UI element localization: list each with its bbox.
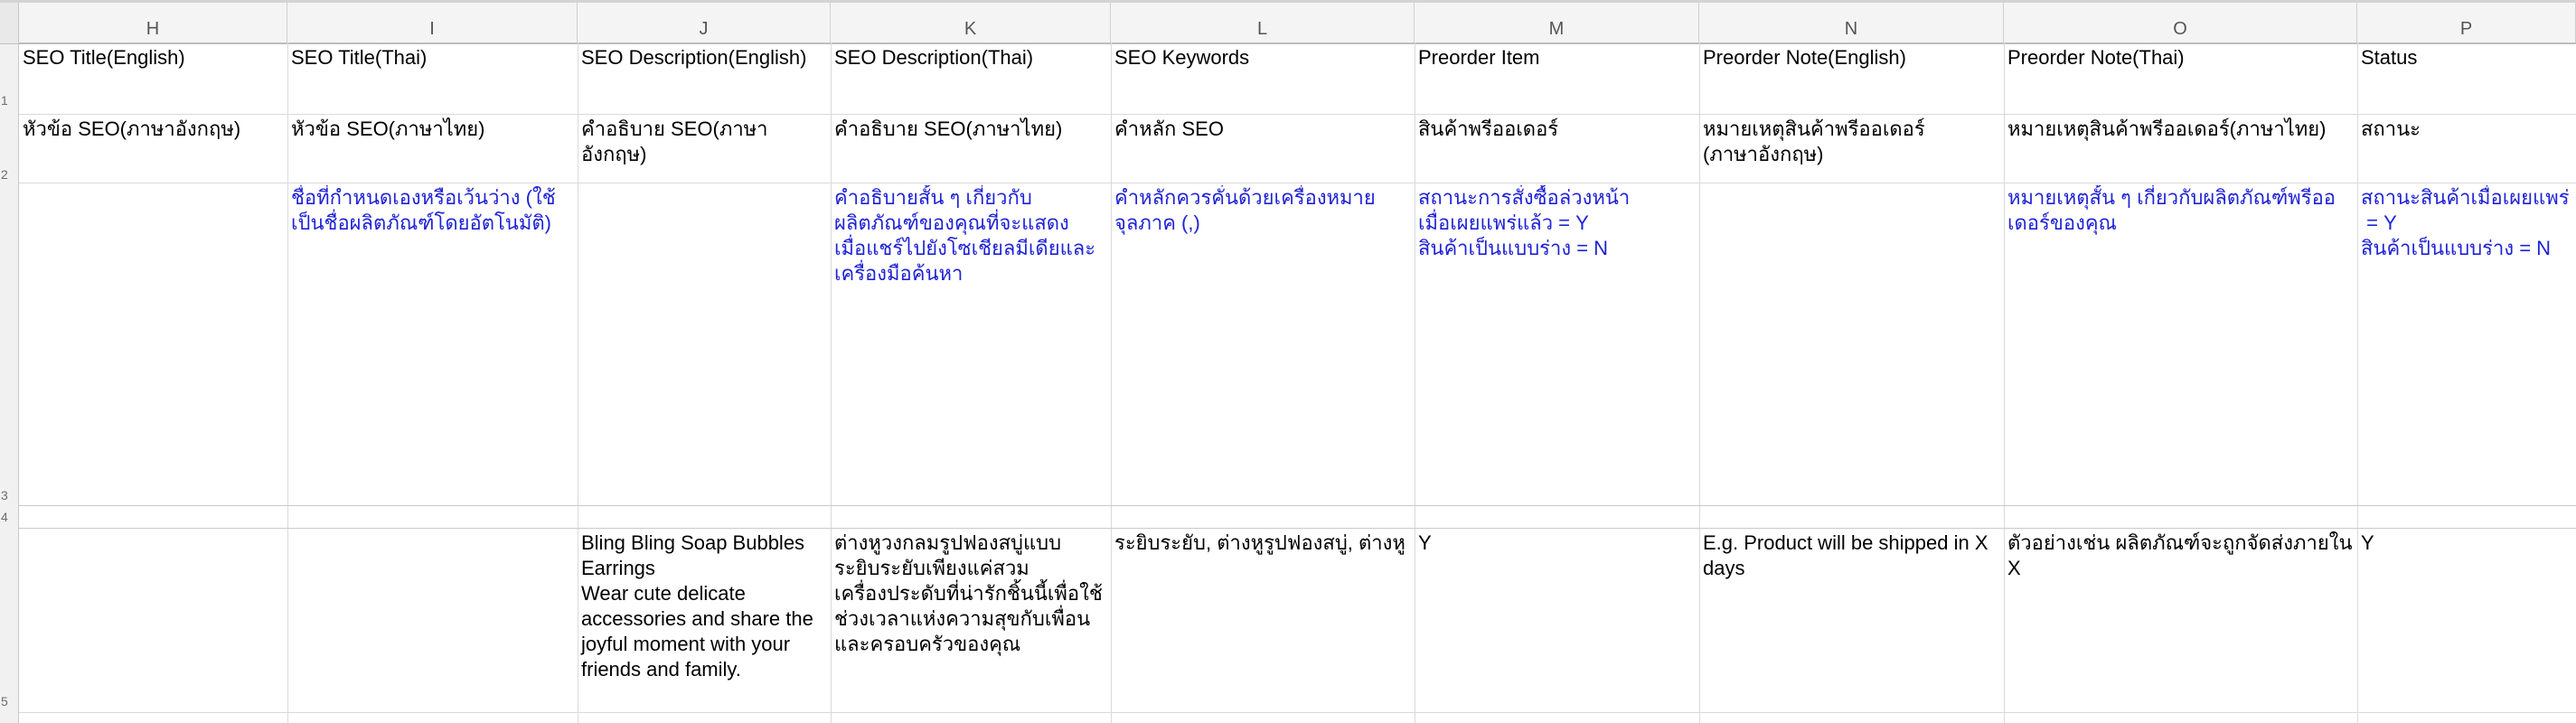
cell-m-row3[interactable]: สถานะการสั่งซื้อล่วงหน้า เมื่อเผยแพร่แล้… [1415, 185, 1699, 505]
cell-m-row1[interactable]: Preorder Item [1415, 45, 1699, 114]
cell-o-row3[interactable]: หมายเหตุสั้น ๆ เกี่ยวกับผลิตภัณฑ์พรีออ เ… [2004, 185, 2357, 505]
cell-o-row4[interactable] [2004, 505, 2357, 525]
cell-h-row5[interactable] [19, 531, 287, 712]
cell-l-row5[interactable]: ระยิบระยับ, ต่างหูรูปฟองสบู่, ต่างหู [1111, 531, 1415, 712]
cell-i-row4[interactable] [287, 505, 578, 525]
cell-n-row2[interactable]: หมายเหตุสินค้าพรีออเดอร์ (ภาษาอังกฤษ) [1699, 117, 2004, 183]
cell-h-row2[interactable]: หัวข้อ SEO(ภาษาอังกฤษ) [19, 117, 287, 183]
cell-m-row2[interactable]: สินค้าพรีออเดอร์ [1415, 117, 1699, 183]
row-number-gutter [0, 3, 19, 723]
cell-j-row1[interactable]: SEO Description(English) [578, 45, 831, 114]
cell-p-row1[interactable]: Status [2357, 45, 2576, 114]
cell-l-row3[interactable]: คำหลักควรคั่นด้วยเครื่องหมาย จุลภาค (,) [1111, 185, 1415, 505]
cell-i-row5[interactable] [287, 531, 578, 712]
column-header-j[interactable]: J [578, 3, 831, 42]
select-all-corner[interactable] [0, 3, 18, 44]
cell-j-row2[interactable]: คำอธิบาย SEO(ภาษาอังกฤษ) [578, 117, 831, 183]
cell-k-row1[interactable]: SEO Description(Thai) [831, 45, 1111, 114]
cell-n-row5[interactable]: E.g. Product will be shipped in X days [1699, 531, 2004, 712]
row-number[interactable]: 4 [1, 510, 8, 524]
cell-j-row4[interactable] [578, 505, 831, 525]
cell-h-row1[interactable]: SEO Title(English) [19, 45, 287, 114]
cell-h-row3[interactable] [19, 185, 287, 505]
row-number[interactable]: 1 [1, 93, 8, 108]
cell-o-row1[interactable]: Preorder Note(Thai) [2004, 45, 2357, 114]
column-header-m[interactable]: M [1415, 3, 1699, 42]
column-header-i[interactable]: I [287, 3, 578, 42]
cell-l-row1[interactable]: SEO Keywords [1111, 45, 1415, 114]
grid-row-line [19, 114, 2576, 115]
column-header-l[interactable]: L [1111, 3, 1415, 42]
cell-k-row4[interactable] [831, 505, 1111, 525]
cell-n-row3[interactable] [1699, 185, 2004, 505]
row-number[interactable]: 5 [1, 694, 8, 709]
cell-j-row3[interactable] [578, 185, 831, 505]
column-header-k[interactable]: K [831, 3, 1111, 42]
row-number[interactable]: 2 [1, 167, 8, 182]
cell-m-row5[interactable]: Y [1415, 531, 1699, 712]
cell-m-row4[interactable] [1415, 505, 1699, 525]
cell-k-row5[interactable]: ต่างหูวงกลมรูปฟองสบู่แบบ ระยิบระยับเพียง… [831, 531, 1111, 712]
cell-i-row2[interactable]: หัวข้อ SEO(ภาษาไทย) [287, 117, 578, 183]
cell-n-row1[interactable]: Preorder Note(English) [1699, 45, 2004, 114]
column-header-o[interactable]: O [2004, 3, 2357, 42]
cell-j-row5[interactable]: Bling Bling Soap Bubbles Earrings Wear c… [578, 531, 831, 712]
cell-o-row2[interactable]: หมายเหตุสินค้าพรีออเดอร์(ภาษาไทย) [2004, 117, 2357, 183]
column-header-p[interactable]: P [2357, 3, 2576, 42]
grid-row-line [19, 528, 2576, 529]
cell-l-row2[interactable]: คำหลัก SEO [1111, 117, 1415, 183]
grid-row-line [19, 712, 2576, 713]
cell-i-row3[interactable]: ชื่อที่กำหนดเองหรือเว้นว่าง (ใช้ เป็นชื่… [287, 185, 578, 505]
cell-k-row3[interactable]: คำอธิบายสั้น ๆ เกี่ยวกับ ผลิตภัณฑ์ของคุณ… [831, 185, 1111, 505]
column-header-h[interactable]: H [19, 3, 287, 42]
row-number[interactable]: 3 [1, 488, 8, 502]
cell-p-row3[interactable]: สถานะสินค้าเมื่อเผยแพร่ = Y สินค้าเป็นแบ… [2357, 185, 2576, 505]
cell-n-row4[interactable] [1699, 505, 2004, 525]
cell-p-row5[interactable]: Y [2357, 531, 2576, 712]
cell-h-row4[interactable] [19, 505, 287, 525]
cell-o-row5[interactable]: ตัวอย่างเช่น ผลิตภัณฑ์จะถูกจัดส่งภายใน X [2004, 531, 2357, 712]
cell-l-row4[interactable] [1111, 505, 1415, 525]
cell-p-row2[interactable]: สถานะ [2357, 117, 2576, 183]
cell-k-row2[interactable]: คำอธิบาย SEO(ภาษาไทย) [831, 117, 1111, 183]
column-header-n[interactable]: N [1699, 3, 2004, 42]
cell-i-row1[interactable]: SEO Title(Thai) [287, 45, 578, 114]
cell-p-row4[interactable] [2357, 505, 2576, 525]
